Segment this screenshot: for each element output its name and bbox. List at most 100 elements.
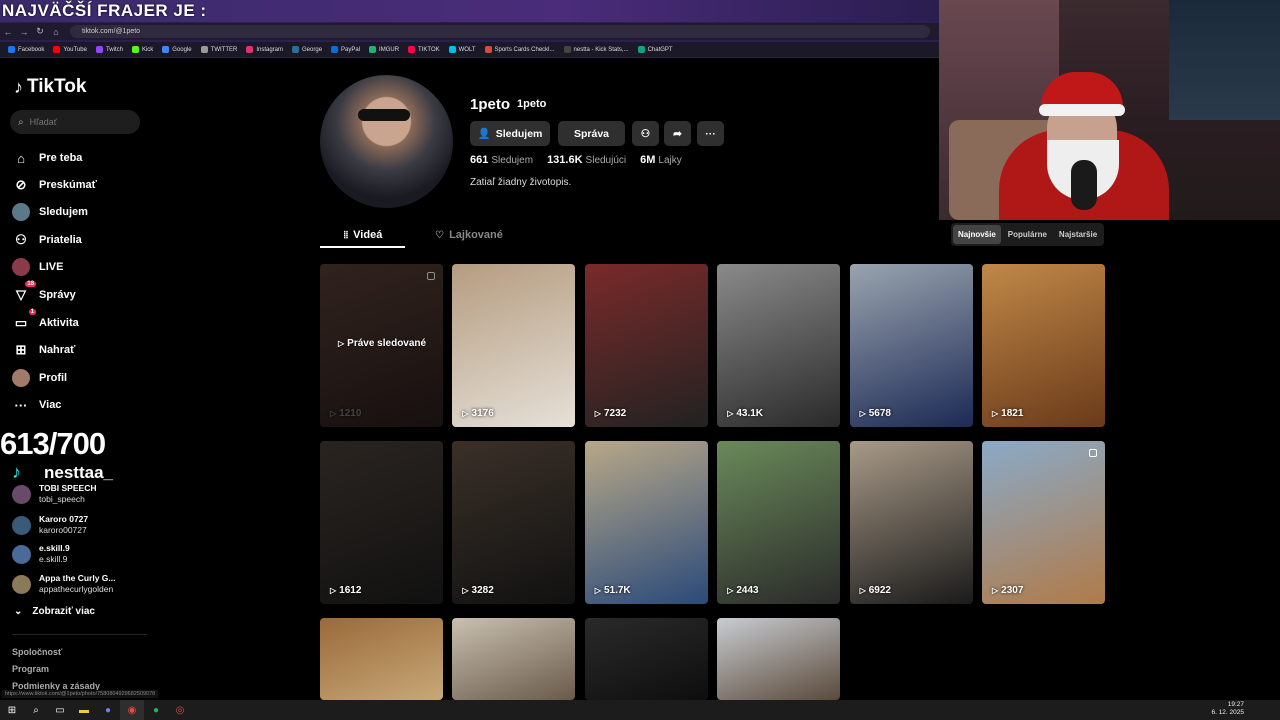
bookmark-item[interactable]: nestta - Kick Stats,... (563, 46, 629, 53)
bookmark-item[interactable]: TWITTER (200, 46, 237, 53)
suggest-friends-button[interactable]: ⚇ (632, 121, 659, 146)
stream-counter: 613/700 (0, 426, 106, 461)
bookmark-item[interactable]: Sports Cards Checkl... (484, 46, 555, 53)
stat-lajky[interactable]: 6M Lajky (640, 154, 682, 166)
bookmark-item[interactable]: Google (162, 46, 192, 53)
sidebar-item-viac[interactable]: ··· Viac (12, 393, 62, 417)
avatar (12, 484, 31, 504)
sort-oldest[interactable]: Najstaršie (1054, 225, 1102, 244)
following-button[interactable]: 👤 Sledujem (470, 121, 550, 146)
bookmark-item[interactable]: TIKTOK (408, 46, 440, 53)
url-field[interactable]: tiktok.com/@1peto (70, 25, 930, 38)
tiktok-logo[interactable]: ♪ TikTok (14, 76, 86, 98)
task-view-icon[interactable]: ▭ (48, 700, 72, 720)
followed-account[interactable]: Karoro 0727 karoro00727 (12, 514, 88, 536)
chevron-down-icon: ⌄ (14, 606, 23, 617)
video-thumbnail[interactable] (320, 618, 443, 700)
video-thumbnail[interactable]: ▷ 3282 (452, 441, 576, 604)
start-icon[interactable]: ⊞ (0, 700, 24, 720)
profile-avatar[interactable] (320, 75, 453, 208)
sidebar-item-pre-teba[interactable]: ⌂ Pre teba (12, 146, 82, 170)
video-thumbnail[interactable]: ▷ 2307 (982, 441, 1105, 604)
chrome-icon[interactable]: ◉ (120, 700, 144, 720)
tab-videos[interactable]: ⦙⦙ Videá (320, 222, 406, 248)
photo-post-icon (427, 272, 435, 280)
file-explorer-icon[interactable]: ▬ (72, 700, 96, 720)
home-icon: ⌂ (17, 150, 25, 166)
video-thumbnail[interactable]: ▷ 51.7K (584, 441, 708, 604)
bookmark-item[interactable]: Kick (131, 46, 153, 53)
bookmark-favicon-icon (95, 46, 103, 53)
forward-icon[interactable]: → (16, 27, 32, 37)
video-thumbnail[interactable]: ▷ 2443 (717, 441, 841, 604)
play-icon: ▷ (859, 409, 866, 418)
sidebar-item-nahra-[interactable]: ⊞ Nahrať (12, 338, 76, 362)
avatar (12, 515, 31, 535)
heart-icon: ♡ (435, 229, 445, 241)
bookmark-item[interactable]: IMGUR (369, 46, 399, 53)
bookmark-item[interactable]: Facebook (8, 46, 44, 53)
video-thumbnail[interactable]: ▷ 6922 (849, 441, 973, 604)
play-icon: ▷ (330, 409, 337, 418)
followed-account[interactable]: Appa the Curly G... appathecurlygolden (12, 573, 116, 595)
footer-link-program[interactable]: Program (12, 664, 49, 674)
windows-taskbar: ⊞ ⌕ ▭ ▬ ● ◉ ● ◎ (0, 700, 1280, 720)
search-box[interactable]: ⌕ (10, 110, 140, 134)
tiktok-note-icon: ♪ (14, 76, 23, 97)
back-icon[interactable]: ← (0, 27, 16, 37)
more-options-button[interactable]: ··· (697, 121, 724, 146)
view-count: ▷ 2443 (727, 585, 759, 596)
video-thumbnail[interactable] (584, 618, 708, 700)
search-input[interactable] (29, 117, 120, 127)
spotify-icon[interactable]: ● (144, 700, 168, 720)
footer-link-company[interactable]: Spoločnosť (12, 647, 62, 657)
share-button[interactable]: ➦ (664, 121, 691, 146)
bookmark-item[interactable]: YouTube (53, 46, 87, 53)
search-icon[interactable]: ⌕ (24, 700, 48, 720)
play-icon: ▷ (594, 586, 601, 595)
home-icon[interactable]: ⌂ (48, 27, 64, 37)
app-icon[interactable]: ● (96, 700, 120, 720)
sidebar-item-spr-vy[interactable]: ▽ 18 Správy (12, 281, 76, 307)
bookmark-item[interactable]: Instagram (246, 46, 283, 53)
sort-newest[interactable]: Najnovšie (953, 225, 1001, 244)
video-thumbnail[interactable]: ▷ 43.1K (717, 264, 841, 427)
video-thumbnail[interactable] (717, 618, 841, 700)
profile-bio: Zatiaľ žiadny životopis. (470, 177, 572, 188)
bookmark-item[interactable]: George (292, 46, 322, 53)
stat-sledujem[interactable]: 661 Sledujem (470, 154, 533, 166)
sort-popular[interactable]: Populárne (1003, 225, 1052, 244)
play-icon: ▷ (859, 586, 866, 595)
profile-nickname: 1peto (517, 98, 547, 110)
stat-sledujúci[interactable]: 131.6K Sledujúci (547, 154, 626, 166)
tab-liked[interactable]: ♡ Lajkované (426, 222, 512, 248)
video-thumbnail[interactable] (452, 618, 576, 700)
reload-icon[interactable]: ↻ (32, 26, 48, 37)
followed-account[interactable]: e.skill.9 e.skill.9 (12, 543, 70, 565)
sidebar-item-live[interactable]: LIVE (12, 255, 63, 279)
sidebar-item-profil[interactable]: Profil (12, 366, 67, 390)
video-thumbnail[interactable]: ▷ 3176 (452, 264, 576, 427)
video-thumbnail[interactable]: ▷ 1612 (320, 441, 443, 604)
bookmark-item[interactable]: WOLT (448, 46, 476, 53)
sidebar-item-sledujem[interactable]: Sledujem (12, 200, 88, 224)
bookmark-item[interactable]: PayPal (331, 46, 360, 53)
bookmark-item[interactable]: ChatGPT (637, 46, 673, 53)
sort-toggle: Najnovšie Populárne Najstaršie (951, 223, 1105, 246)
following-avatar-icon (12, 203, 30, 221)
video-thumbnail[interactable]: ▷ 1821 (982, 264, 1105, 427)
view-count: ▷ 2307 (992, 585, 1024, 596)
play-icon: ▷ (462, 409, 469, 418)
app-icon-2[interactable]: ◎ (168, 700, 192, 720)
followed-account[interactable]: TOBI SPEECH tobi_speech (12, 483, 96, 505)
show-more-button[interactable]: ⌄ Zobraziť viac (14, 606, 95, 617)
bookmark-item[interactable]: Twitch (95, 46, 123, 53)
sidebar-item-priatelia[interactable]: ⚇ Priatelia (12, 228, 82, 252)
play-icon: ▷ (727, 409, 734, 418)
video-thumbnail[interactable]: ▷ 5678 (849, 264, 973, 427)
video-thumbnail[interactable]: ▷ 7232 (584, 264, 708, 427)
sidebar-item-aktivita[interactable]: ▭ 1 Aktivita (12, 309, 79, 335)
sidebar-item-presk-ma-[interactable]: ⊘ Preskúmať (12, 173, 97, 197)
message-button[interactable]: Správa (558, 121, 625, 146)
notification-badge: 18 (25, 281, 36, 287)
